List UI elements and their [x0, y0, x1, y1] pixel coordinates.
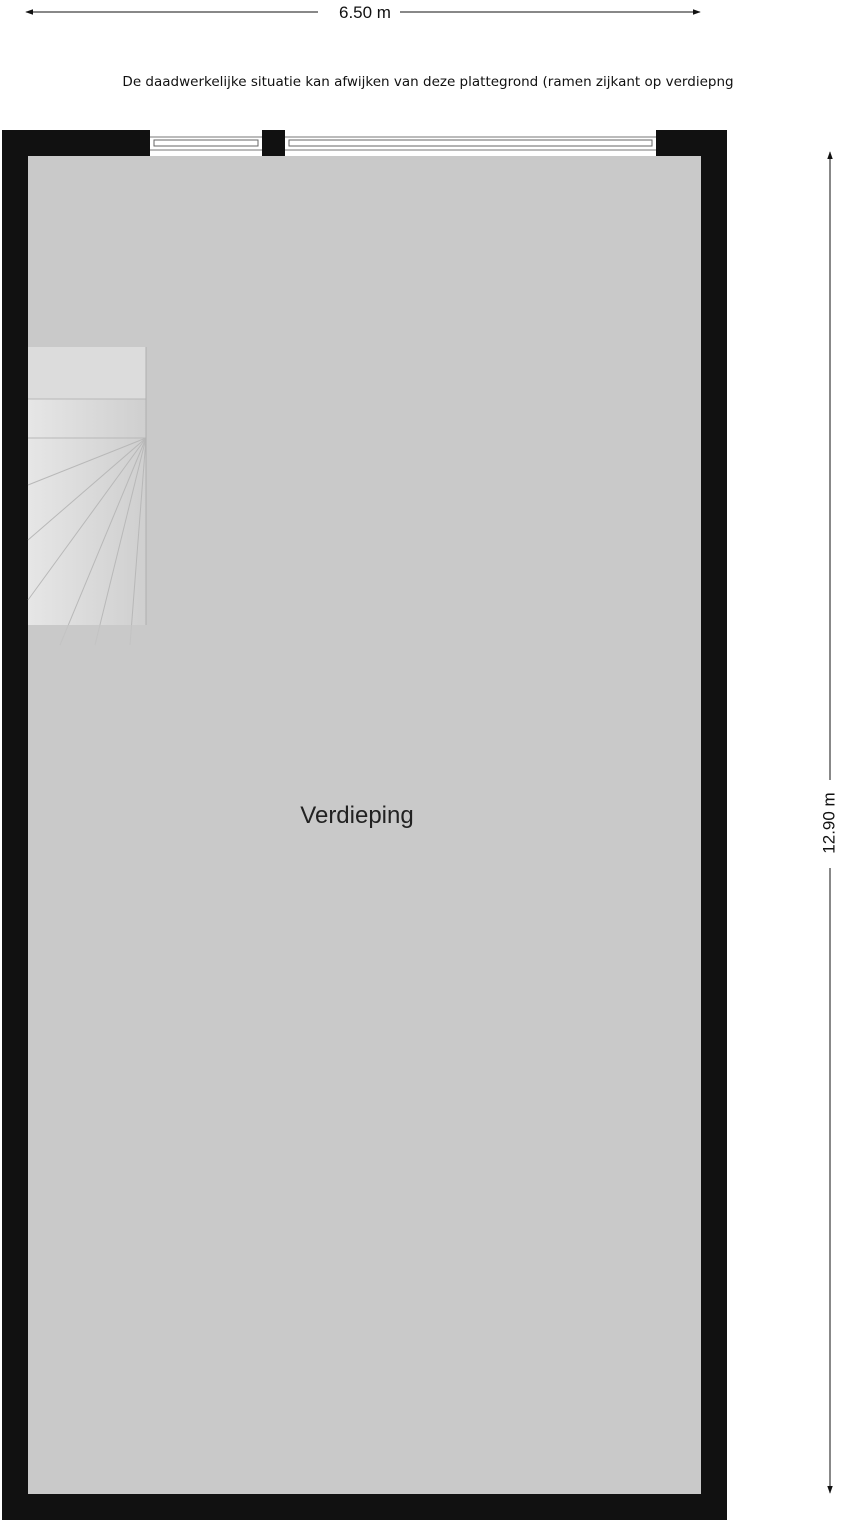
width-dimension: 6.50 m	[25, 3, 701, 22]
height-label: 12.90 m	[819, 792, 838, 853]
floor-plan: 6.50 m De daadwerkelijke situatie kan af…	[2, 3, 838, 1520]
height-dimension: 12.90 m	[819, 151, 838, 1494]
width-label: 6.50 m	[339, 3, 391, 22]
window-left	[150, 130, 262, 156]
room-label-verdieping: Verdieping	[300, 802, 413, 829]
window-right	[285, 130, 656, 156]
disclaimer-text: De daadwerkelijke situatie kan afwijken …	[122, 74, 733, 90]
staircase	[27, 347, 147, 646]
